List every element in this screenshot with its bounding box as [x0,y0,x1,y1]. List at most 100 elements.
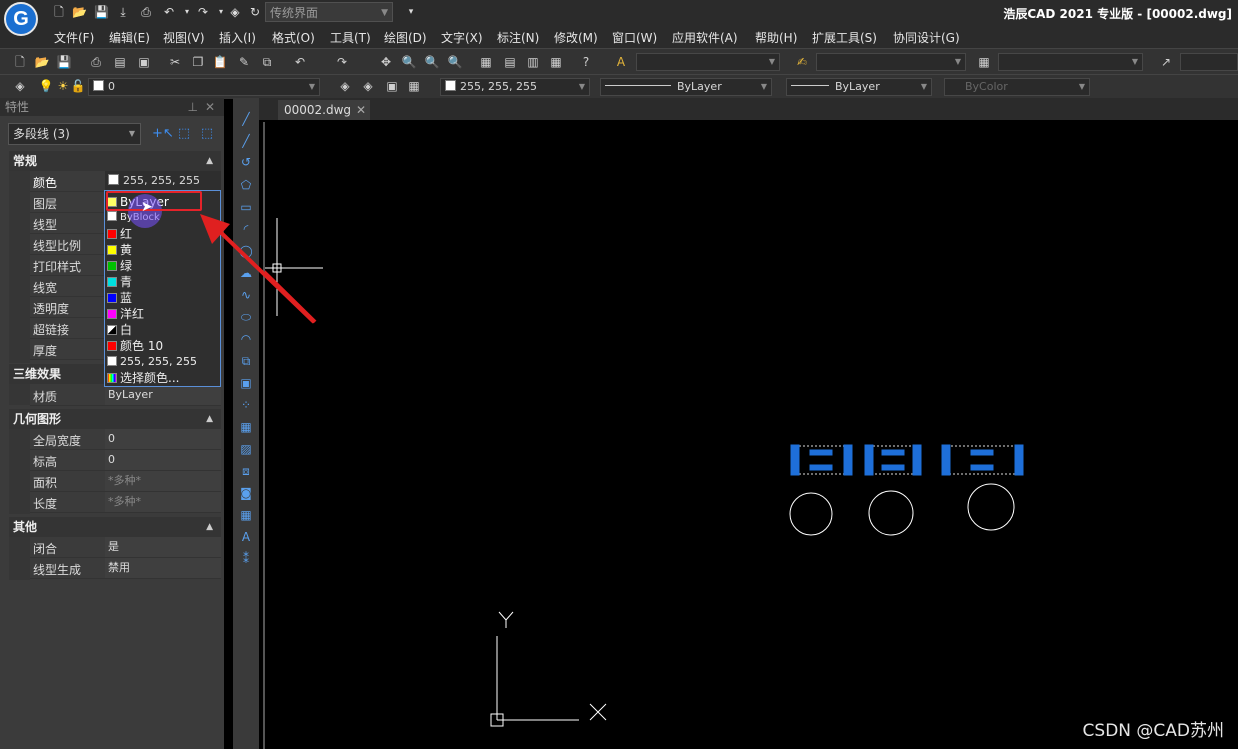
layer-previous-icon[interactable]: ◈ [360,78,376,94]
menu-collab[interactable]: 协同设计(G) [893,29,960,46]
copy-icon[interactable]: ❐ [190,54,206,70]
object-type-select[interactable]: 多段线 (3) ▼ [8,123,141,145]
layer-manager-icon[interactable]: ◈ [12,78,28,94]
prop-value-color[interactable]: 255, 255, 255 [105,171,221,191]
menu-format[interactable]: 格式(O) [272,29,315,46]
menu-dimension[interactable]: 标注(N) [497,29,539,46]
prop-row-closed[interactable]: 闭合 是 [30,537,221,558]
drawing-canvas[interactable] [263,122,1238,749]
color-select[interactable]: 255, 255, 255 ▼ [440,78,590,96]
undo-dropdown-icon[interactable]: ▾ [180,5,194,19]
construction-line-icon[interactable]: ╱ [238,133,254,149]
layers-icon[interactable]: ◈ [228,5,242,19]
menu-help[interactable]: 帮助(H) [755,29,797,46]
menu-modify[interactable]: 修改(M) [554,29,598,46]
undo-icon[interactable]: ↶ [162,5,176,19]
make-current-layer-icon[interactable]: ◈ [337,78,353,94]
menu-file[interactable]: 文件(F) [54,29,94,46]
zoom-window-icon[interactable]: 🔍 [424,54,440,70]
toggle-pickadd-icon[interactable]: +↖ [152,124,174,144]
menu-insert[interactable]: 插入(I) [219,29,256,46]
prop-value[interactable]: ByLayer [105,385,221,405]
redo-icon[interactable]: ↷ [334,54,350,70]
new-file-icon[interactable]: 🗋 [52,5,66,19]
plotstyle-select[interactable]: ByColor ▼ [944,78,1090,96]
publish-icon[interactable]: ▣ [136,54,152,70]
prop-row-material[interactable]: 材质 ByLayer [30,385,221,406]
table-style-icon[interactable]: ▦ [976,54,992,70]
redo-dropdown-icon[interactable]: ▾ [214,5,228,19]
customize-toolbar-icon[interactable]: ▾ [404,5,418,19]
prop-row-elevation[interactable]: 标高 0 [30,450,221,471]
polyline-icon[interactable]: ↺ [238,154,254,170]
preview-icon[interactable]: ▤ [112,54,128,70]
tab-document[interactable]: 00002.dwg ✕ [278,100,370,120]
color-option-select-color[interactable]: 选择颜色... [107,370,219,386]
prop-value[interactable]: 禁用 [105,558,221,578]
print-icon[interactable]: ⎙ [88,54,104,70]
multileader-style-select[interactable] [1180,53,1238,71]
bulb-icon[interactable]: 💡 [38,78,54,94]
block-editor-icon[interactable]: ⧉ [259,54,275,70]
match-properties-icon[interactable]: ✎ [236,54,252,70]
save-icon[interactable]: 💾 [56,54,72,70]
prop-row-global-width[interactable]: 全局宽度 0 [30,429,221,450]
text-style-select[interactable]: ▼ [636,53,780,71]
polygon-icon[interactable]: ⬠ [238,177,254,193]
select-objects-icon[interactable]: ⬚ [174,124,194,144]
boundary-icon[interactable]: ⧈ [238,463,254,479]
linetype-select[interactable]: ByLayer ▼ [600,78,772,96]
undo-icon[interactable]: ↶ [292,54,308,70]
open-icon[interactable]: 📂 [34,54,50,70]
menu-view[interactable]: 视图(V) [163,29,205,46]
prop-row-area[interactable]: 面积 *多种* [30,471,221,492]
menu-edit[interactable]: 编辑(E) [109,29,150,46]
make-block-icon[interactable]: ▣ [238,375,254,391]
sun-icon[interactable]: ☀ [55,78,71,94]
section-general[interactable]: 常规 ▲ [9,151,221,171]
pan-icon[interactable]: ✥ [378,54,394,70]
insert-block-icon[interactable]: ⧉ [238,353,254,369]
prop-value[interactable]: 0 [105,429,221,449]
line-icon[interactable]: ╱ [238,111,254,127]
color-option-rgb[interactable]: 255, 255, 255 [107,354,219,370]
paste-icon[interactable]: 📋 [212,54,228,70]
region-icon[interactable]: ◙ [238,485,254,501]
menu-tools[interactable]: 工具(T) [330,29,371,46]
properties-icon[interactable]: ▤ [502,54,518,70]
layer-select[interactable]: 0 ▼ [88,78,320,96]
table-style-select[interactable]: ▼ [998,53,1143,71]
prop-value[interactable]: 是 [105,537,221,557]
section-geometry[interactable]: 几何图形 ▲ [9,409,221,429]
new-icon[interactable]: 🗋 [12,54,28,70]
cut-icon[interactable]: ✂ [167,54,183,70]
point-icon[interactable]: ⁘ [238,397,254,413]
text-style-icon[interactable]: A [613,54,629,70]
menu-extensions[interactable]: 扩展工具(S) [812,29,877,46]
section-other[interactable]: 其他 ▲ [9,517,221,537]
color-option-10[interactable]: 颜色 10 [107,338,219,354]
ellipse-arc-icon[interactable]: ◠ [238,331,254,347]
close-icon[interactable]: ✕ [205,98,215,116]
refresh-icon[interactable]: ↻ [248,5,262,19]
menu-window[interactable]: 窗口(W) [612,29,657,46]
multileader-style-icon[interactable]: ↗ [1158,54,1174,70]
mtext-icon[interactable]: A [238,529,254,545]
app-logo[interactable]: G [4,2,38,36]
dim-style-icon[interactable]: ✍ [794,54,810,70]
layer-isolate-icon[interactable]: ▦ [406,78,422,94]
pin-icon[interactable]: ⊥ [188,98,198,116]
save-icon[interactable]: 💾 [94,5,109,19]
menu-draw[interactable]: 绘图(D) [384,29,427,46]
hatch-icon[interactable]: ▦ [238,419,254,435]
close-icon[interactable]: ✕ [356,100,366,120]
redo-icon[interactable]: ↷ [196,5,210,19]
table-icon[interactable]: ▦ [548,54,564,70]
dim-style-select[interactable]: ▼ [816,53,966,71]
print-icon[interactable]: ⎙ [139,5,153,19]
layer-state-icon[interactable]: ▣ [384,78,400,94]
lock-icon[interactable]: 🔓 [70,78,86,94]
tool-palette-icon[interactable]: ▥ [525,54,541,70]
table-icon[interactable]: ▦ [238,507,254,523]
open-folder-icon[interactable]: 📂 [72,5,87,19]
